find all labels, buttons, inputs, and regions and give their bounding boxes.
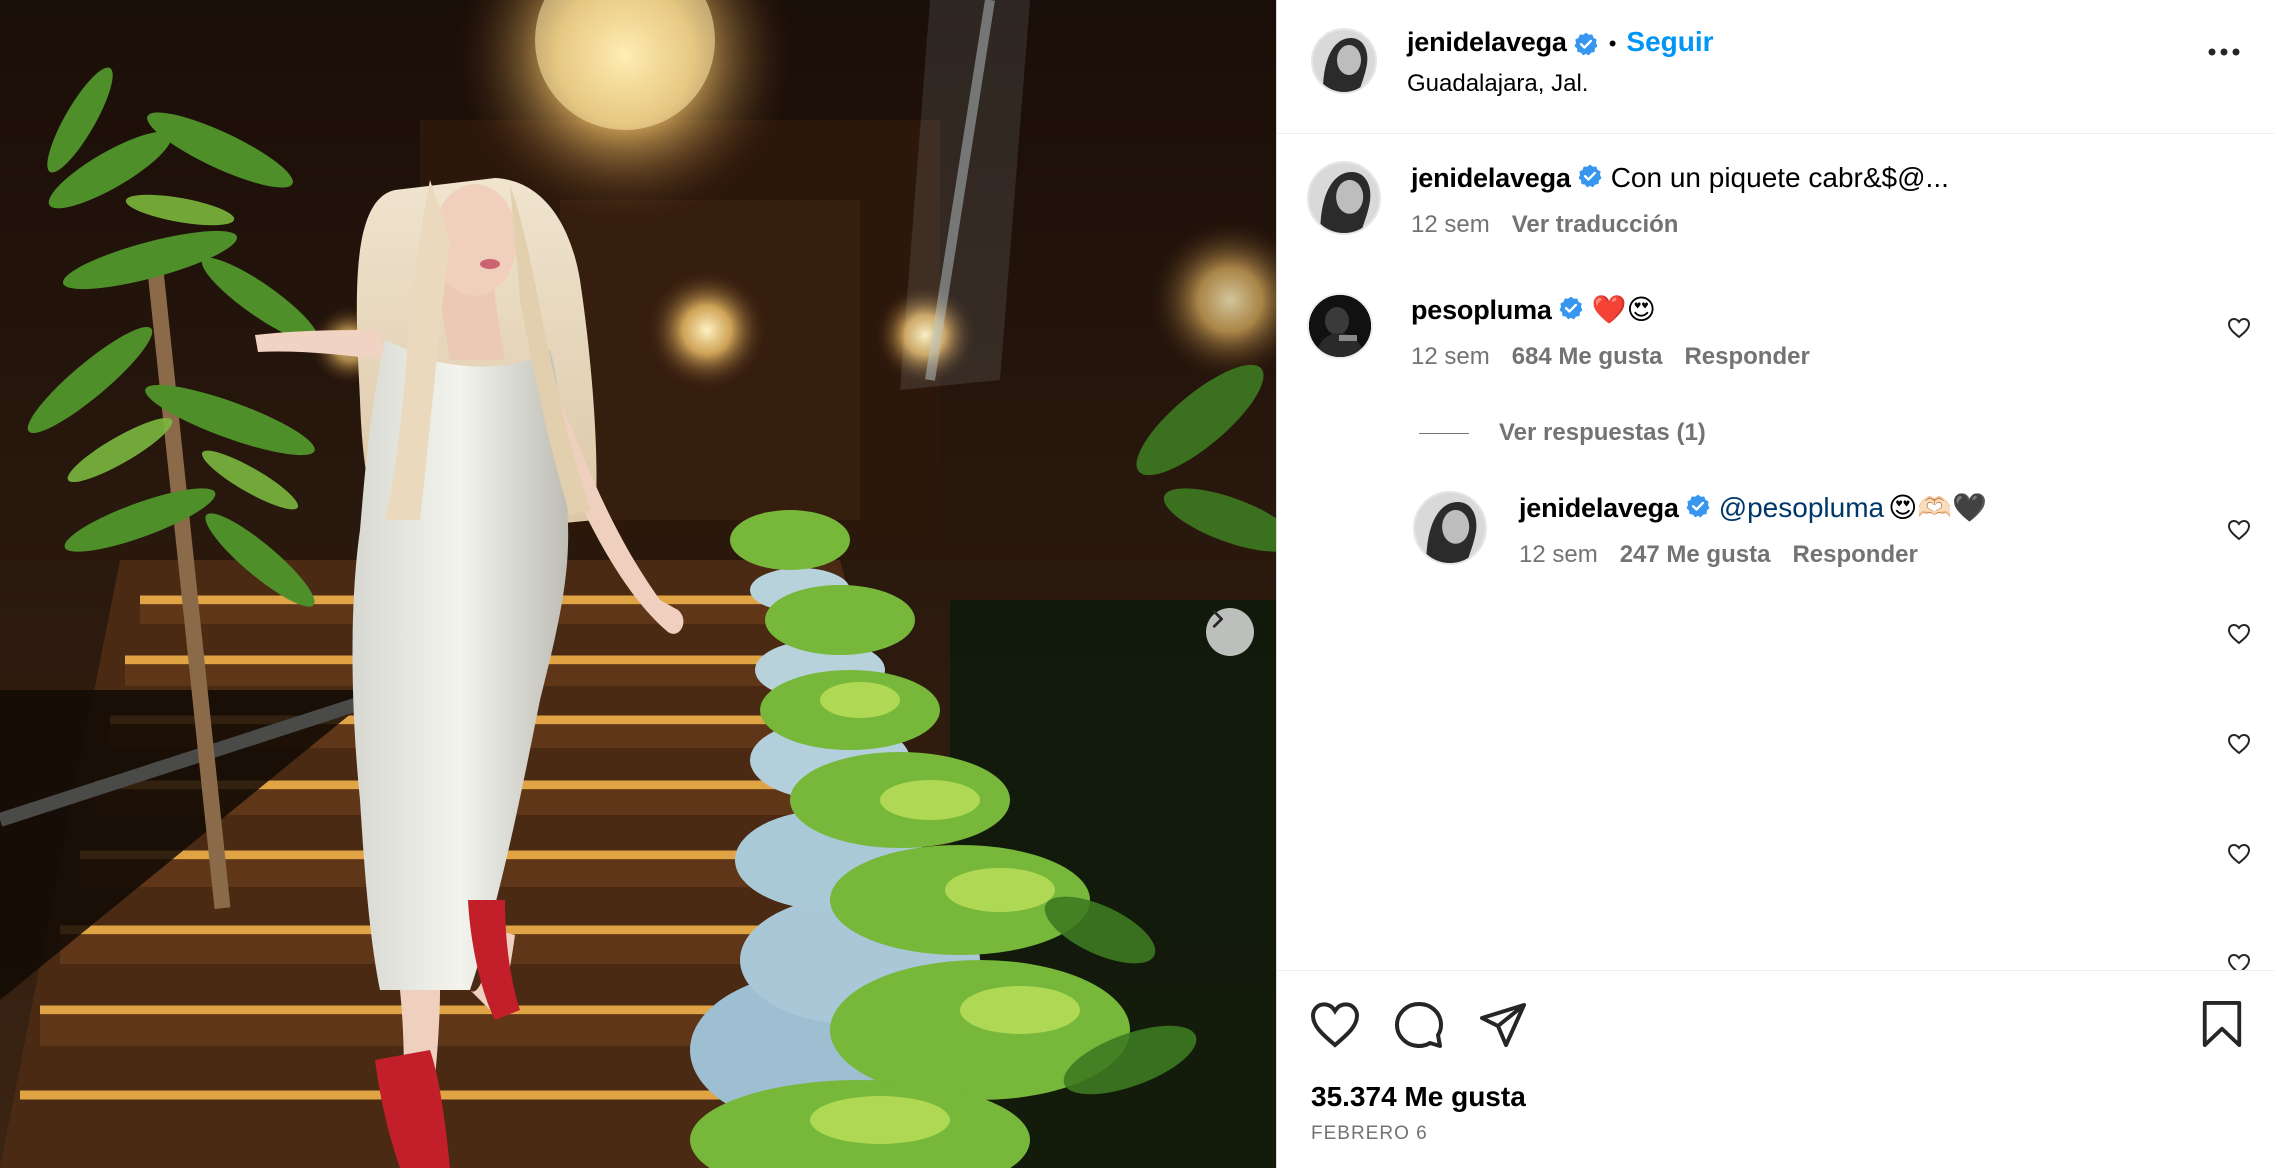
comment-button[interactable] <box>1393 999 1445 1051</box>
comment-like-button[interactable] <box>2227 843 2251 870</box>
post-side-panel: jenidelavega • Seguir Guadalajara, Jal. je… <box>1276 0 2274 1168</box>
like-button[interactable] <box>1309 999 1361 1051</box>
replies-divider <box>1419 433 1469 435</box>
profile-photo <box>1415 493 1485 563</box>
avatar[interactable] <box>1413 491 1487 565</box>
post-author-username[interactable]: jenidelavega <box>1407 27 1567 57</box>
comment-like-button[interactable] <box>2227 317 2251 344</box>
heart-icon <box>2227 519 2251 541</box>
likes-count[interactable]: 35.374 Me gusta <box>1311 1081 1526 1113</box>
comment-time[interactable]: 12 sem <box>1411 211 1490 238</box>
comment-item: pesopluma ❤️😍 12 sem 684 Me gusta Responder <box>1277 293 2274 393</box>
comment-like-button[interactable] <box>2227 623 2251 650</box>
avatar[interactable] <box>1307 161 1381 235</box>
reply-like-button[interactable] <box>2227 519 2251 546</box>
comment-username[interactable]: pesopluma <box>1411 295 1552 325</box>
comment-meta: 12 sem 684 Me gusta Responder <box>1411 343 1832 371</box>
comment-text: Con un piquete cabr&$@... <box>1610 162 1949 193</box>
comment-like-button[interactable] <box>2227 953 2251 970</box>
reply-text: 😍🫶🏻🖤 <box>1888 492 1988 523</box>
next-image-button[interactable] <box>1206 608 1254 656</box>
comment-like-button[interactable] <box>2227 733 2251 760</box>
heart-icon <box>2227 843 2251 865</box>
reply-item: jenidelavega @pesopluma 😍🫶🏻🖤 12 sem 247 Me … <box>1277 491 2274 591</box>
post-image[interactable] <box>0 0 1276 1168</box>
save-button[interactable] <box>2199 999 2245 1054</box>
heart-icon <box>2227 623 2251 645</box>
post-header: jenidelavega • Seguir Guadalajara, Jal. <box>1277 0 2274 134</box>
heart-icon <box>1310 1002 1360 1048</box>
heart-icon <box>2227 953 2251 970</box>
bookmark-icon <box>2202 1001 2242 1048</box>
post-footer: 35.374 Me gusta FEBRERO 6 <box>1277 970 2274 1168</box>
reply-likes[interactable]: 247 Me gusta <box>1620 541 1771 568</box>
verified-badge-icon <box>1577 163 1603 197</box>
heart-icon <box>2227 733 2251 755</box>
caption-body: jenidelavega Con un piquete cabr&$@... 12… <box>1411 161 1949 239</box>
header-title-row: jenidelavega • Seguir <box>1407 26 1714 62</box>
verified-badge-icon <box>1573 31 1599 62</box>
reply-time[interactable]: 12 sem <box>1519 541 1598 568</box>
comment-meta: 12 sem Ver traducción <box>1411 211 1949 239</box>
reply-button[interactable]: Responder <box>1684 343 1809 370</box>
translate-button[interactable]: Ver traducción <box>1512 211 1679 238</box>
share-icon <box>1480 1003 1526 1047</box>
share-button[interactable] <box>1477 999 1529 1051</box>
avatar[interactable] <box>1311 28 1377 94</box>
chevron-right-icon <box>1212 610 1223 628</box>
comment-likes[interactable]: 684 Me gusta <box>1512 343 1663 370</box>
verified-badge-icon <box>1685 493 1711 527</box>
comment-icon <box>1395 1002 1443 1048</box>
comment-text: ❤️😍 <box>1591 294 1656 325</box>
view-replies-label: Ver respuestas (1) <box>1499 419 1706 446</box>
comments-list[interactable]: jenidelavega Con un piquete cabr&$@... 12… <box>1277 135 2274 970</box>
comment-username[interactable]: jenidelavega <box>1411 163 1571 193</box>
profile-photo <box>1313 30 1375 92</box>
reply-mention[interactable]: @pesopluma <box>1719 492 1884 523</box>
profile-photo <box>1309 295 1371 357</box>
follow-button[interactable]: Seguir <box>1626 26 1713 57</box>
verified-badge-icon <box>1558 295 1584 329</box>
profile-photo <box>1309 163 1379 233</box>
heart-icon <box>2227 317 2251 339</box>
post-location[interactable]: Guadalajara, Jal. <box>1407 70 1588 98</box>
reply-button[interactable]: Responder <box>1792 541 1917 568</box>
reply-body: jenidelavega @pesopluma 😍🫶🏻🖤 12 sem 247 Me … <box>1519 491 1987 569</box>
more-options-icon <box>2208 48 2240 56</box>
post-photo-illustration <box>0 0 1276 1168</box>
comment-time[interactable]: 12 sem <box>1411 343 1490 370</box>
caption-comment: jenidelavega Con un piquete cabr&$@... 12… <box>1277 161 2274 251</box>
reply-meta: 12 sem 247 Me gusta Responder <box>1519 541 1987 569</box>
action-bar <box>1309 999 1529 1051</box>
view-replies-button[interactable]: Ver respuestas (1) <box>1419 419 1706 447</box>
separator-dot: • <box>1608 31 1617 56</box>
comment-body: pesopluma ❤️😍 12 sem 684 Me gusta Responder <box>1411 293 1832 371</box>
post-date[interactable]: FEBRERO 6 <box>1311 1123 1428 1145</box>
avatar[interactable] <box>1307 293 1373 359</box>
reply-username[interactable]: jenidelavega <box>1519 493 1679 523</box>
more-options-button[interactable] <box>2207 44 2241 62</box>
